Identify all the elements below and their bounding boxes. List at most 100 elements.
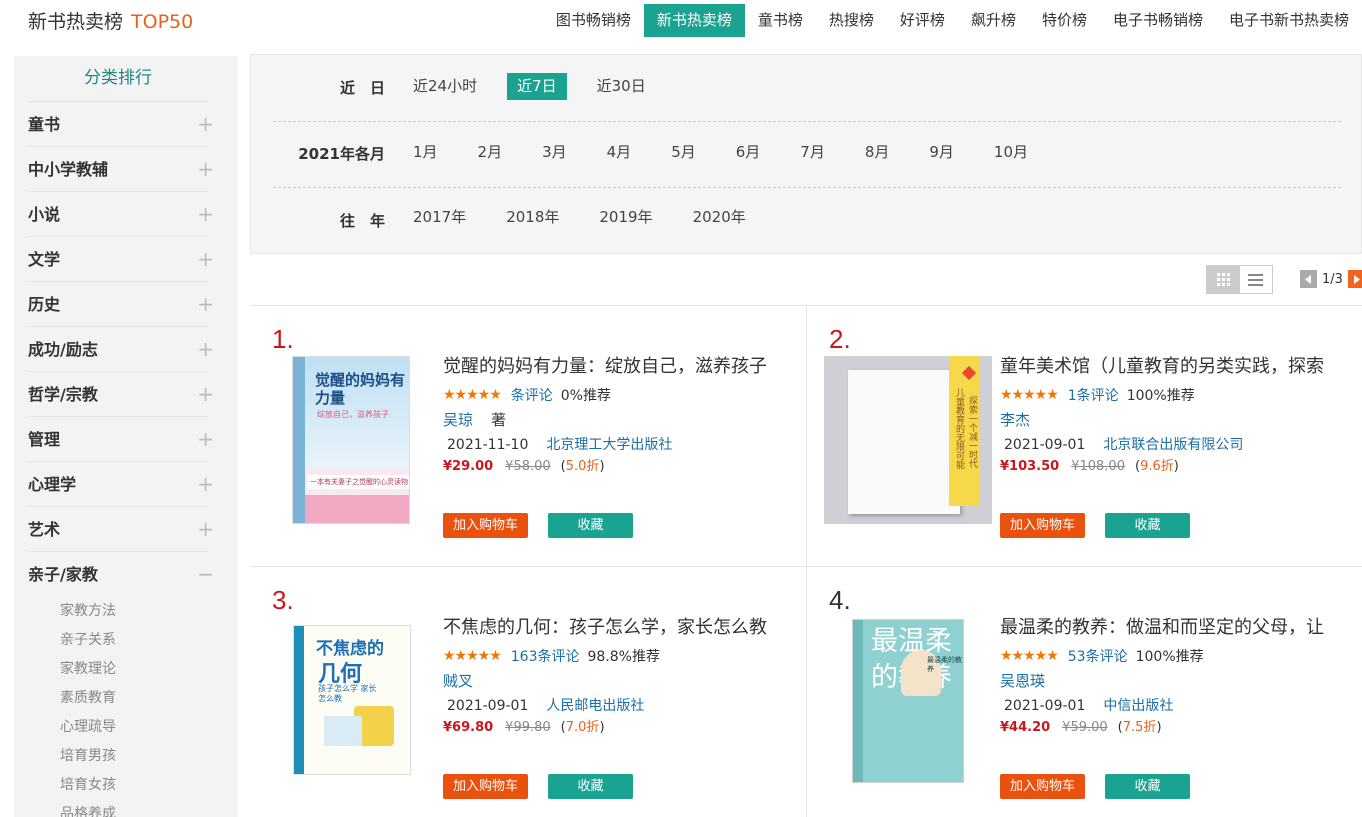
author-link[interactable]: 贼叉 <box>443 672 473 690</box>
filter-option-7d[interactable]: 近7日 <box>507 73 567 100</box>
category-item[interactable]: 小说 + <box>28 192 214 237</box>
nav-children[interactable]: 童书榜 <box>745 4 816 37</box>
filter-option-month[interactable]: 3月 <box>532 139 577 166</box>
subcategory-item[interactable]: 培育女孩 <box>14 771 238 800</box>
category-item[interactable]: 童书 + <box>28 102 214 147</box>
category-item[interactable]: 中小学教辅 + <box>28 147 214 192</box>
filter-option-year[interactable]: 2018年 <box>496 204 569 231</box>
filter-option-month[interactable]: 10月 <box>984 139 1038 166</box>
view-toggle <box>1206 265 1273 294</box>
category-item[interactable]: 文学 + <box>28 237 214 282</box>
nav-hot-search[interactable]: 热搜榜 <box>816 4 887 37</box>
filter-row-years: 往 年 2017年 2018年 2019年 2020年 <box>273 204 1341 269</box>
cover-title: 觉醒的妈妈有力量 <box>315 371 406 407</box>
expand-plus-icon[interactable]: + <box>197 192 214 237</box>
category-item[interactable]: 心理学 + <box>28 462 214 507</box>
expand-plus-icon[interactable]: + <box>197 417 214 462</box>
expand-plus-icon[interactable]: + <box>197 282 214 327</box>
book-cover[interactable]: 最温柔 的教养 最温柔的教养 <box>852 619 964 783</box>
review-count-link[interactable]: 1条评论 <box>1068 385 1119 405</box>
book-cover[interactable]: 不焦虑的 几何 孩子怎么学 家长怎么教 <box>293 625 411 775</box>
filter-option-month[interactable]: 6月 <box>726 139 771 166</box>
subcategory-item[interactable]: 心理疏导 <box>14 713 238 742</box>
publisher-link[interactable]: 北京理工大学出版社 <box>546 437 672 453</box>
expand-plus-icon[interactable]: + <box>197 237 214 282</box>
expand-plus-icon[interactable]: + <box>197 507 214 552</box>
add-to-cart-button[interactable]: 加入购物车 <box>443 513 528 538</box>
book-publish: 2021-11-10 北京理工大学出版社 <box>443 434 767 456</box>
filter-option-24h[interactable]: 近24小时 <box>403 73 487 100</box>
author-link[interactable]: 吴恩瑛 <box>1000 672 1045 690</box>
book-title[interactable]: 童年美术馆（儿童教育的另类实践，探索 <box>1000 353 1324 381</box>
review-count-link[interactable]: 53条评论 <box>1068 646 1128 666</box>
nav-ebook-new-hot[interactable]: 电子书新书热卖榜 <box>1216 4 1362 37</box>
filter-option-year[interactable]: 2020年 <box>683 204 756 231</box>
publisher-link[interactable]: 人民邮电出版社 <box>546 698 644 714</box>
favorite-button[interactable]: 收藏 <box>1105 774 1190 799</box>
publisher-link[interactable]: 北京联合出版有限公司 <box>1103 437 1243 453</box>
favorite-button[interactable]: 收藏 <box>548 774 633 799</box>
add-to-cart-button[interactable]: 加入购物车 <box>443 774 528 799</box>
review-count-link[interactable]: 条评论 <box>511 385 553 405</box>
nav-rising[interactable]: 飙升榜 <box>958 4 1029 37</box>
publisher-link[interactable]: 中信出版社 <box>1103 698 1173 714</box>
expand-plus-icon[interactable]: + <box>197 462 214 507</box>
filter-option-month[interactable]: 1月 <box>403 139 448 166</box>
publish-date: 2021-11-10 <box>447 437 529 453</box>
review-count-link[interactable]: 163条评论 <box>511 646 580 666</box>
subcategory-item[interactable]: 家教理论 <box>14 655 238 684</box>
category-item-expanded[interactable]: 亲子/家教 − <box>28 552 214 597</box>
filter-option-month[interactable]: 9月 <box>919 139 964 166</box>
grid-view-icon[interactable] <box>1207 266 1240 293</box>
add-to-cart-button[interactable]: 加入购物车 <box>1000 513 1085 538</box>
author-link[interactable]: 吴琼 <box>443 411 473 429</box>
original-price: ¥58.00 <box>505 459 551 474</box>
filter-option-30d[interactable]: 近30日 <box>587 73 656 100</box>
book-title[interactable]: 不焦虑的几何：孩子怎么学，家长怎么教 <box>443 614 767 642</box>
brand-top50: TOP50 <box>131 11 194 33</box>
category-item[interactable]: 艺术 + <box>28 507 214 552</box>
discount: (5.0折) <box>560 459 605 474</box>
favorite-button[interactable]: 收藏 <box>548 513 633 538</box>
nav-special-price[interactable]: 特价榜 <box>1029 4 1100 37</box>
nav-ebook-bestseller[interactable]: 电子书畅销榜 <box>1100 4 1216 37</box>
book-cover[interactable]: 儿童教育的无限可能 探索一个减一时代 <box>824 356 992 524</box>
category-item[interactable]: 哲学/宗教 + <box>28 372 214 417</box>
nav-new-book-hot[interactable]: 新书热卖榜 <box>643 4 745 37</box>
cover-band-secondary: 探索一个减一时代 <box>967 396 977 468</box>
filter-option-month[interactable]: 5月 <box>661 139 706 166</box>
list-view-icon[interactable] <box>1240 266 1273 293</box>
subcategory-item[interactable]: 家教方法 <box>14 597 238 626</box>
divider <box>273 121 1341 122</box>
next-page-icon[interactable] <box>1347 270 1362 288</box>
author-link[interactable]: 李杰 <box>1000 411 1030 429</box>
favorite-button[interactable]: 收藏 <box>1105 513 1190 538</box>
expand-plus-icon[interactable]: + <box>197 102 214 147</box>
expand-plus-icon[interactable]: + <box>197 372 214 417</box>
star-rating-icon: ★★★★★ <box>1000 387 1059 403</box>
nav-good-review[interactable]: 好评榜 <box>887 4 958 37</box>
book-title[interactable]: 最温柔的教养：做温和而坚定的父母，让 <box>1000 614 1324 642</box>
subcategory-item[interactable]: 培育男孩 <box>14 742 238 771</box>
filter-option-month[interactable]: 7月 <box>790 139 835 166</box>
subcategory-item[interactable]: 素质教育 <box>14 684 238 713</box>
filter-option-month[interactable]: 8月 <box>855 139 900 166</box>
filter-option-month[interactable]: 4月 <box>597 139 642 166</box>
category-item[interactable]: 成功/励志 + <box>28 327 214 372</box>
prev-page-icon[interactable] <box>1300 270 1317 288</box>
collapse-minus-icon[interactable]: − <box>197 552 214 597</box>
add-to-cart-button[interactable]: 加入购物车 <box>1000 774 1085 799</box>
category-item[interactable]: 管理 + <box>28 417 214 462</box>
category-item[interactable]: 历史 + <box>28 282 214 327</box>
subcategory-item[interactable]: 品格养成 <box>14 800 238 817</box>
book-cover[interactable]: 觉醒的妈妈有力量 绽放自己，滋养孩子 一本有关妻子之觉醒的心灵读物 <box>292 356 410 524</box>
filter-option-year[interactable]: 2019年 <box>589 204 662 231</box>
subcategory-item[interactable]: 亲子关系 <box>14 626 238 655</box>
expand-plus-icon[interactable]: + <box>197 327 214 372</box>
discount: (9.6折) <box>1134 459 1179 474</box>
filter-option-year[interactable]: 2017年 <box>403 204 476 231</box>
filter-option-month[interactable]: 2月 <box>468 139 513 166</box>
expand-plus-icon[interactable]: + <box>197 147 214 192</box>
book-title[interactable]: 觉醒的妈妈有力量：绽放自己，滋养孩子 <box>443 353 767 381</box>
nav-bestseller[interactable]: 图书畅销榜 <box>543 4 644 37</box>
